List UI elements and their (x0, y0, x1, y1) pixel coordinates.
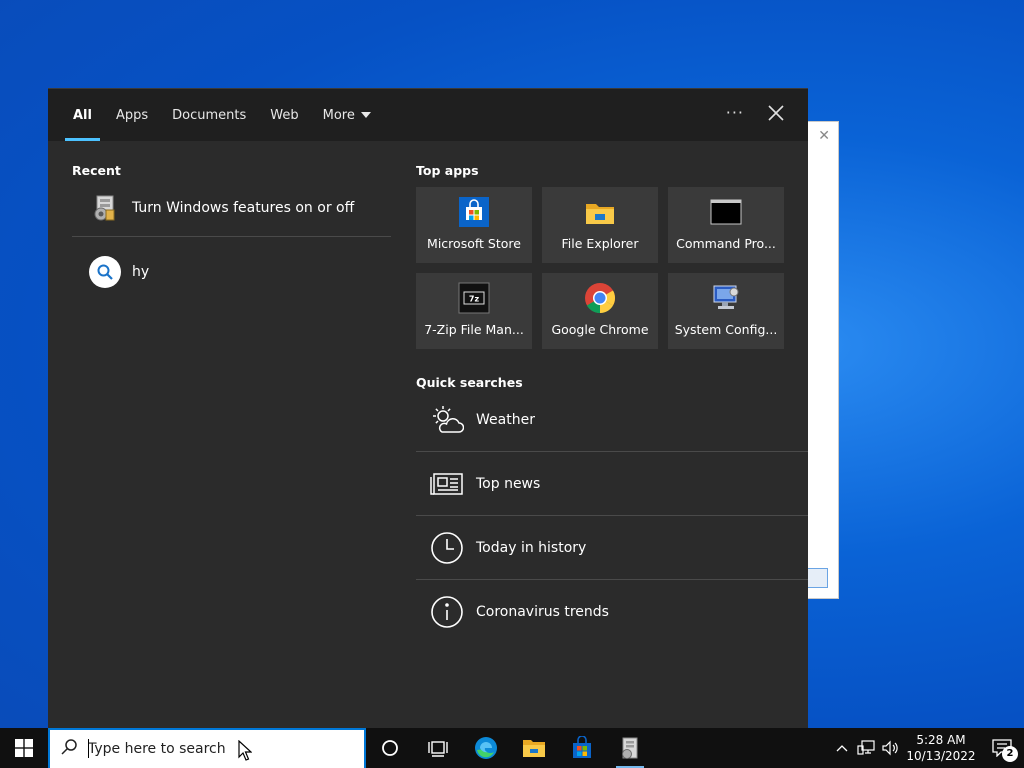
network-icon (857, 740, 875, 755)
task-view-icon (428, 741, 448, 757)
action-center-button[interactable]: 2 (980, 728, 1024, 768)
quick-search-weather[interactable]: Weather (416, 388, 808, 452)
clock[interactable]: 5:28 AM 10/13/2022 (902, 732, 980, 764)
recent-column: Recent Turn Windows features on or off h… (48, 141, 398, 729)
tab-documents-label: Documents (172, 107, 247, 123)
weather-icon (430, 403, 465, 437)
quick-search-top-news[interactable]: Top news (416, 452, 808, 516)
clock-date: 10/13/2022 (906, 749, 976, 763)
quick-search-today-in-history[interactable]: Today in history (416, 516, 808, 580)
taskbar-search-box[interactable] (48, 728, 366, 768)
tab-web-label: Web (270, 107, 299, 123)
windows-features-icon (88, 191, 122, 225)
right-column: Top apps Microsoft Store File Explorer C… (416, 141, 808, 729)
7zip-icon: 7z (458, 282, 490, 314)
notification-badge: 2 (1002, 746, 1018, 762)
tab-web[interactable]: Web (258, 89, 310, 141)
windows-features-icon (622, 737, 638, 759)
quick-search-label: Top news (476, 475, 541, 492)
quick-search-coronavirus-trends[interactable]: Coronavirus trends (416, 580, 808, 644)
cortana-icon (382, 740, 398, 756)
top-apps-grid: Microsoft Store File Explorer Command Pr… (416, 187, 784, 349)
tab-apps[interactable]: Apps (104, 89, 160, 141)
app-tile-command-prompt[interactable]: Command Pro... (668, 187, 784, 263)
speaker-icon (882, 740, 898, 756)
folder-icon (523, 740, 545, 757)
mouse-pointer-icon (238, 739, 253, 766)
file-explorer-icon (584, 196, 616, 228)
app-tile-microsoft-store[interactable]: Microsoft Store (416, 187, 532, 263)
tab-more-label: More (322, 107, 355, 123)
taskbar-windows-features[interactable] (606, 728, 654, 768)
search-icon (89, 256, 121, 288)
system-tray: 5:28 AM 10/13/2022 2 (830, 728, 1024, 768)
command-prompt-icon (710, 196, 742, 228)
quick-search-label: Weather (476, 411, 535, 428)
close-icon[interactable] (764, 101, 788, 125)
taskbar-edge[interactable] (462, 728, 510, 768)
recent-search-wrap (88, 255, 122, 289)
volume-button[interactable] (878, 728, 902, 768)
recent-item-windows-features[interactable]: Turn Windows features on or off (72, 179, 391, 237)
top-apps-title: Top apps (416, 163, 479, 178)
clock-time: 5:28 AM (916, 733, 966, 747)
app-name: Command Pro... (676, 236, 776, 251)
search-panel: All Apps Documents Web More ··· Recent T… (48, 88, 808, 728)
recent-item-label: Turn Windows features on or off (132, 199, 355, 216)
windows-logo-icon (15, 739, 33, 757)
chrome-icon (584, 282, 616, 314)
app-name: Google Chrome (551, 322, 649, 337)
taskbar-microsoft-store[interactable] (558, 728, 606, 768)
recent-title: Recent (72, 163, 121, 178)
quick-search-label: Today in history (476, 539, 587, 556)
quick-search-label: Coronavirus trends (476, 604, 609, 620)
news-icon (430, 467, 464, 501)
tab-more[interactable]: More (311, 89, 383, 141)
app-tile-7zip[interactable]: 7z 7-Zip File Man... (416, 273, 532, 349)
ellipsis-icon[interactable]: ··· (726, 103, 744, 122)
app-name: File Explorer (561, 236, 639, 251)
tab-apps-label: Apps (115, 107, 149, 123)
app-tile-system-config[interactable]: System Config... (668, 273, 784, 349)
start-button[interactable] (0, 728, 48, 768)
info-icon (430, 595, 464, 629)
chevron-down-icon (360, 112, 371, 118)
network-button[interactable] (854, 728, 878, 768)
clock-icon (430, 531, 464, 565)
svg-text:7z: 7z (469, 295, 480, 304)
dialog-button[interactable] (806, 568, 828, 588)
app-name: System Config... (674, 322, 778, 337)
dialog-close-icon[interactable]: ✕ (818, 128, 830, 144)
tab-all[interactable]: All (61, 89, 104, 141)
recent-item-label: hy (132, 264, 150, 280)
text-caret (88, 739, 89, 758)
app-name: Microsoft Store (427, 236, 521, 251)
app-tile-google-chrome[interactable]: Google Chrome (542, 273, 658, 349)
search-input[interactable] (88, 741, 288, 757)
app-tile-file-explorer[interactable]: File Explorer (542, 187, 658, 263)
cortana-button[interactable] (366, 728, 414, 768)
app-name: 7-Zip File Man... (424, 322, 524, 337)
taskbar-file-explorer[interactable] (510, 728, 558, 768)
taskbar: 5:28 AM 10/13/2022 2 (0, 728, 1024, 768)
tab-documents[interactable]: Documents (160, 89, 258, 141)
search-tabs: All Apps Documents Web More (48, 89, 383, 141)
microsoft-store-icon (458, 196, 490, 228)
show-hidden-icons[interactable] (830, 728, 854, 768)
tab-all-label: All (73, 107, 92, 123)
task-view-button[interactable] (414, 728, 462, 768)
search-icon (60, 738, 78, 760)
system-config-icon (710, 282, 742, 314)
search-topbar: All Apps Documents Web More ··· (48, 89, 808, 141)
edge-icon (475, 737, 497, 759)
recent-item-search-hy[interactable]: hy (72, 243, 391, 301)
chevron-up-icon (836, 745, 848, 752)
microsoft-store-icon (573, 736, 591, 758)
